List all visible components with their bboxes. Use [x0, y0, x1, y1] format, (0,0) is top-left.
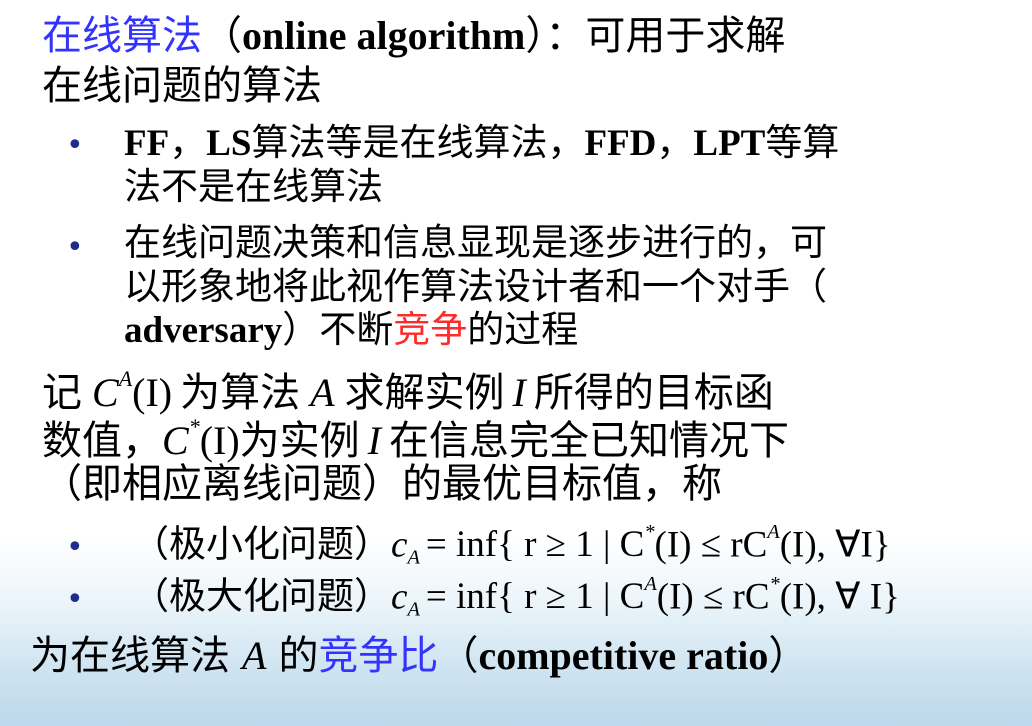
formula-max: （极大化问题）cA = inf{ r ≥ 1 | CA(I) ≤ rC*(I), …	[132, 574, 900, 620]
math: I	[367, 417, 381, 463]
text: LPT	[693, 123, 766, 164]
text: 在信息完全已知情况下	[388, 417, 789, 464]
text: 算法等是在线算法，	[251, 121, 585, 164]
bullet-marker: •	[66, 128, 84, 163]
math: (I), ∀ I}	[779, 576, 900, 618]
bullet-marker: •	[66, 582, 84, 617]
text: LS	[206, 123, 252, 164]
math: A	[407, 598, 420, 621]
text: ，	[169, 121, 207, 164]
text: adversary	[124, 310, 283, 351]
heading-line-2: 在线问题的算法	[42, 63, 322, 109]
bullet-marker: •	[66, 530, 84, 565]
text: FFD	[584, 123, 657, 164]
math: A	[407, 546, 420, 569]
math: (I) ≤ rC	[654, 524, 768, 566]
text: 为实例	[239, 417, 360, 464]
term-competitive-ratio: 竞争比	[318, 633, 439, 679]
term-online-algorithm: 在线算法	[42, 13, 202, 59]
paren-close: ）	[525, 13, 546, 59]
heading-rest: ：可用于求解	[545, 13, 786, 59]
formula-min: （极小化问题）cA = inf{ r ≥ 1 | C*(I) ≤ rCA(I), …	[132, 522, 891, 568]
math: A	[310, 369, 335, 415]
text: 所得的目标函	[533, 369, 774, 416]
text: 等算	[765, 121, 840, 164]
math: C	[92, 369, 119, 415]
math: (I) ≤ rC	[656, 576, 770, 618]
bullet2-line-3: adversary）不断竞争的过程	[124, 311, 578, 349]
bullet2-line-1: 在线问题决策和信息显现是逐步进行的，可	[124, 221, 827, 264]
text: 数值，	[42, 417, 162, 464]
bullet1-line-1: FF，LS算法等是在线算法，FFD，LPT等算	[124, 124, 839, 162]
label: （极小化问题）	[132, 522, 391, 566]
slide: 在线算法（online algorithm）：可用于求解 在线问题的算法 • F…	[0, 0, 1032, 726]
math: I	[512, 369, 526, 415]
highlight-compete: 竞争	[393, 308, 468, 351]
term-en: online algorithm	[242, 13, 526, 58]
math: A	[767, 521, 780, 543]
para-line-3: （即相应离线问题）的最优目标值，称	[42, 461, 722, 507]
bullet1-line-2: 法不是在线算法	[124, 165, 383, 208]
heading-line-1: 在线算法（online algorithm）：可用于求解	[42, 13, 786, 59]
text: ，	[656, 121, 694, 164]
text: ）不断	[282, 308, 394, 351]
paren-open: （	[202, 13, 242, 59]
closing-line: 为在线算法 A 的竞争比（competitive ratio）	[30, 633, 809, 679]
math: *	[188, 414, 200, 439]
label: （极大化问题）	[132, 574, 391, 618]
paren-open: （	[438, 633, 479, 679]
math: = inf{ r ≥ 1 | C	[425, 524, 645, 566]
text: 为算法	[180, 369, 301, 416]
math: C	[162, 417, 189, 463]
math: A	[118, 366, 133, 391]
term-en: competitive ratio	[478, 633, 769, 678]
text: 的过程	[467, 308, 579, 351]
text: 为在线算法	[30, 633, 230, 679]
para-line-2: 数值，C*(I)为实例 I 在信息完全已知情况下	[42, 416, 789, 461]
bullet-marker: •	[66, 230, 84, 265]
math: (I)	[199, 417, 240, 463]
math: (I)	[132, 369, 173, 415]
text: 记	[42, 369, 82, 416]
para-line-1: 记 CA(I) 为算法 A 求解实例 I 所得的目标函	[42, 368, 774, 413]
math: *	[644, 521, 655, 543]
math: A	[242, 633, 267, 678]
math: *	[769, 573, 780, 595]
math: = inf{ r ≥ 1 | C	[425, 576, 645, 618]
math: c	[391, 576, 408, 618]
math: (I), ∀I}	[779, 524, 891, 566]
math: A	[644, 573, 657, 595]
bullet2-line-2: 以形象地将此视作算法设计者和一个对手（	[124, 265, 827, 308]
paren-close: ）	[768, 633, 809, 679]
math: c	[391, 524, 408, 566]
text: 求解实例	[344, 369, 505, 416]
text: 的	[278, 633, 319, 679]
text: FF	[124, 123, 170, 164]
